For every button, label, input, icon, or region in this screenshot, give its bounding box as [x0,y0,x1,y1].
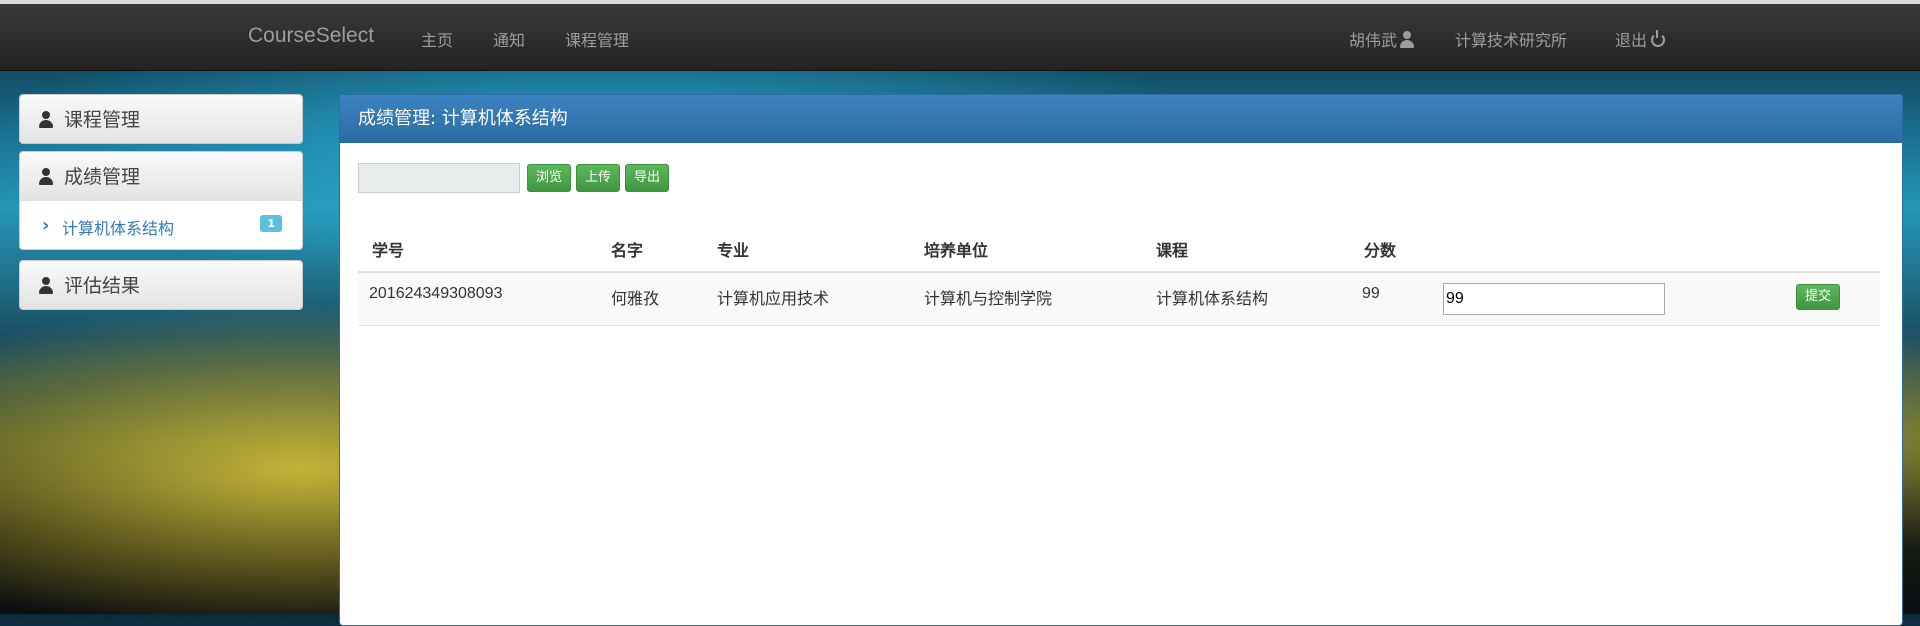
upload-button[interactable]: 上传 [576,164,620,192]
user-icon [38,111,54,128]
export-button[interactable]: 导出 [625,164,669,192]
file-input[interactable] [358,163,520,193]
cell-student-id: 201624349308093 [369,285,503,302]
column-header-major: 专业 [717,241,750,260]
column-header-name: 名字 [611,241,644,260]
nav-home[interactable]: 主页 [421,27,453,51]
user-name: 胡伟武 [1349,31,1398,50]
sidebar-panel-course-management: 课程管理 [19,94,303,144]
nav-course-management[interactable]: 课程管理 [565,27,629,51]
brand-logo[interactable]: CourseSelect [248,24,374,48]
panel-title: 成绩管理: 计算机体系结构 [340,95,1902,143]
cell-score: 99 [1362,285,1380,302]
user-icon [1399,31,1415,48]
column-header-score: 分数 [1364,241,1397,260]
sidebar-heading-label: 课程管理 [64,109,141,131]
power-icon [1651,30,1666,47]
sidebar-heading-label: 评估结果 [64,275,141,297]
cell-major: 计算机应用技术 [717,289,830,308]
sidebar-panel-evaluation: 评估结果 [19,260,303,310]
top-navbar: CourseSelect 主页 通知 课程管理 胡伟武 计算技术研究所 退出 [0,4,1920,71]
cell-name: 何雅孜 [611,289,660,308]
column-header-unit: 培养单位 [924,241,989,260]
sidebar-heading-label: 成绩管理 [64,166,141,188]
grade-panel: 成绩管理: 计算机体系结构 浏览 上传 导出 学号 名字 专业 培养单位 课程 … [339,94,1903,626]
count-badge: 1 [260,215,282,232]
sidebar-item-computer-architecture[interactable]: › 计算机体系结构 1 [20,200,302,249]
user-icon [38,277,54,294]
sidebar-panel-grade-management: 成绩管理 › 计算机体系结构 1 [19,151,303,250]
submit-button[interactable]: 提交 [1796,284,1840,310]
browse-button[interactable]: 浏览 [527,164,571,192]
cell-course: 计算机体系结构 [1156,289,1269,308]
logout-label: 退出 [1615,31,1648,50]
column-header-student-id: 学号 [372,241,405,260]
sidebar-heading-course-management[interactable]: 课程管理 [20,95,302,143]
nav-department[interactable]: 计算技术研究所 [1455,27,1567,51]
sidebar-heading-grade-management[interactable]: 成绩管理 [20,152,302,200]
nav-notice[interactable]: 通知 [493,27,525,51]
column-header-course: 课程 [1156,241,1189,260]
sidebar-item-label: 计算机体系结构 [62,219,175,238]
user-icon [38,168,54,185]
cell-unit: 计算机与控制学院 [924,289,1053,308]
chevron-right-icon: › [42,215,50,236]
sidebar-heading-evaluation[interactable]: 评估结果 [20,261,302,309]
score-input[interactable] [1443,283,1665,315]
nav-user[interactable]: 胡伟武 [1349,27,1415,51]
nav-logout[interactable]: 退出 [1615,27,1666,51]
